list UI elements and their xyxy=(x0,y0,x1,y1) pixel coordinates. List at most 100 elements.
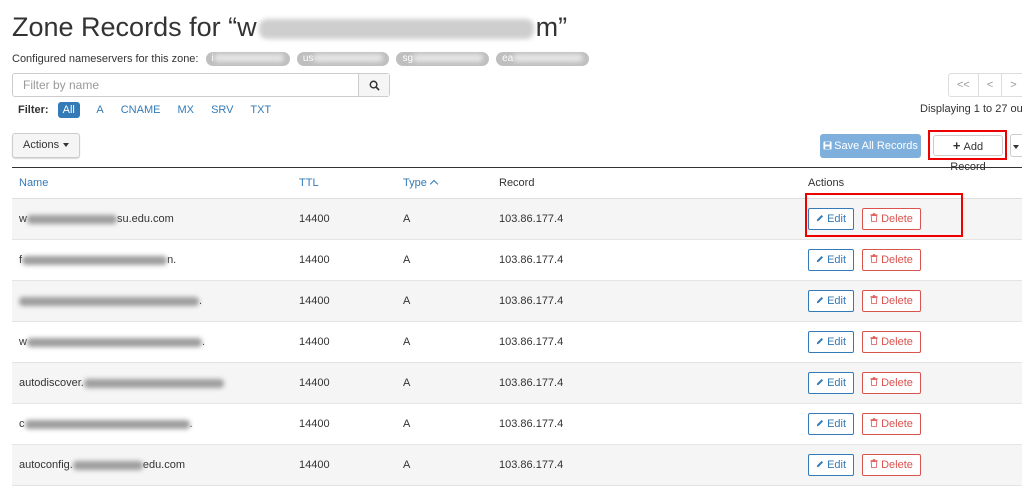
filter-cname[interactable]: CNAME xyxy=(121,104,161,116)
record-type: A xyxy=(396,239,492,281)
table-header-row: Name TTL Type Record Actions xyxy=(12,167,1022,199)
filter-txt[interactable]: TXT xyxy=(250,104,271,116)
pencil-icon xyxy=(816,460,824,468)
pagination: << < > xyxy=(948,73,1022,97)
nameserver-badge: i xyxy=(205,52,290,66)
record-ttl: 14400 xyxy=(292,239,396,281)
edit-button[interactable]: Edit xyxy=(808,454,855,476)
record-value: 103.86.177.4 xyxy=(492,198,803,240)
zone-records-table: Name TTL Type Record Actions w su.edu.com… xyxy=(12,167,1022,486)
first-page-button[interactable]: << xyxy=(948,73,979,97)
trash-icon xyxy=(870,213,878,222)
record-actions: Edit Delete xyxy=(803,444,1022,486)
edit-button[interactable]: Edit xyxy=(808,413,855,435)
nameserver-badge: ea xyxy=(496,52,590,66)
table-row: w su.edu.com 14400 A 103.86.177.4 Edit De… xyxy=(12,198,1022,240)
caret-down-icon xyxy=(63,143,70,148)
table-row: . 14400 A 103.86.177.4 Edit Delete xyxy=(12,280,1022,322)
floppy-disk-icon xyxy=(823,141,832,150)
record-actions: Edit Delete xyxy=(803,321,1022,363)
record-type: A xyxy=(396,321,492,363)
edit-button[interactable]: Edit xyxy=(808,249,855,271)
record-value: 103.86.177.4 xyxy=(492,362,803,404)
record-ttl: 14400 xyxy=(292,362,396,404)
record-value: 103.86.177.4 xyxy=(492,444,803,486)
page-title-prefix: Zone Records for “w xyxy=(12,12,257,42)
delete-button[interactable]: Delete xyxy=(862,249,921,271)
filter-all[interactable]: All xyxy=(57,102,80,118)
record-ttl: 14400 xyxy=(292,444,396,486)
edit-button[interactable]: Edit xyxy=(808,372,855,394)
record-value: 103.86.177.4 xyxy=(492,321,803,363)
column-header-type[interactable]: Type xyxy=(396,167,492,199)
edit-button[interactable]: Edit xyxy=(808,208,855,230)
actions-dropdown-button[interactable]: Actions xyxy=(12,133,81,158)
filter-label: Filter: xyxy=(18,104,49,116)
record-ttl: 14400 xyxy=(292,403,396,445)
add-record-highlight: + Add Record xyxy=(928,130,1007,173)
record-name: f n. xyxy=(12,239,292,281)
redacted-domain xyxy=(258,18,534,39)
delete-button[interactable]: Delete xyxy=(862,208,921,230)
record-actions: Edit Delete xyxy=(803,403,1022,445)
add-record-button[interactable]: + Add Record xyxy=(933,135,1003,173)
filter-srv[interactable]: SRV xyxy=(211,104,233,116)
delete-button[interactable]: Delete xyxy=(862,331,921,353)
pencil-icon xyxy=(816,419,824,427)
record-ttl: 14400 xyxy=(292,198,396,240)
nameserver-badge: us xyxy=(296,52,390,66)
record-name: . xyxy=(12,280,292,322)
trash-icon xyxy=(870,254,878,263)
nameservers-row: Configured nameservers for this zone: i … xyxy=(12,52,590,66)
column-header-record: Record xyxy=(492,167,803,199)
table-row: f n. 14400 A 103.86.177.4 Edit Delete xyxy=(12,239,1022,281)
filter-mx[interactable]: MX xyxy=(178,104,195,116)
record-actions: Edit Delete xyxy=(803,280,1022,322)
next-page-button[interactable]: > xyxy=(1001,73,1022,97)
prev-page-button[interactable]: < xyxy=(977,73,1003,97)
search-button[interactable] xyxy=(358,74,389,96)
record-actions: Edit Delete xyxy=(803,239,1022,281)
table-row: autoconfig. edu.com 14400 A 103.86.177.4 … xyxy=(12,444,1022,486)
record-value: 103.86.177.4 xyxy=(492,280,803,322)
add-record-dropdown-toggle[interactable] xyxy=(1010,134,1022,157)
record-value: 103.86.177.4 xyxy=(492,403,803,445)
pencil-icon xyxy=(816,255,824,263)
edit-button[interactable]: Edit xyxy=(808,290,855,312)
trash-icon xyxy=(870,459,878,468)
type-filter: Filter: All A CNAME MX SRV TXT xyxy=(18,102,285,118)
caret-down-icon xyxy=(1013,144,1019,149)
pencil-icon xyxy=(816,296,824,304)
pencil-icon xyxy=(816,337,824,345)
table-row: c. 14400 A 103.86.177.4 Edit Delete xyxy=(12,403,1022,445)
record-type: A xyxy=(396,362,492,404)
column-header-actions: Actions xyxy=(803,167,1022,199)
filter-input[interactable] xyxy=(13,74,368,96)
delete-button[interactable]: Delete xyxy=(862,372,921,394)
page-title: Zone Records for “w m” xyxy=(12,12,567,43)
record-type: A xyxy=(396,198,492,240)
record-type: A xyxy=(396,280,492,322)
table-row: autodiscover. 14400 A 103.86.177.4 Edit … xyxy=(12,362,1022,404)
trash-icon xyxy=(870,336,878,345)
record-name: w. xyxy=(12,321,292,363)
displaying-count: Displaying 1 to 27 out of xyxy=(920,103,1022,115)
trash-icon xyxy=(870,418,878,427)
filter-a[interactable]: A xyxy=(96,104,103,116)
record-name: c. xyxy=(12,403,292,445)
search-icon xyxy=(369,80,380,91)
delete-button[interactable]: Delete xyxy=(862,290,921,312)
edit-button[interactable]: Edit xyxy=(808,331,855,353)
column-header-name[interactable]: Name xyxy=(12,167,292,199)
record-type: A xyxy=(396,444,492,486)
nameservers-label: Configured nameservers for this zone: xyxy=(12,52,199,65)
page-title-suffix: m” xyxy=(535,12,568,42)
delete-button[interactable]: Delete xyxy=(862,413,921,435)
column-header-ttl[interactable]: TTL xyxy=(292,167,396,199)
record-type: A xyxy=(396,403,492,445)
save-all-records-button[interactable]: Save All Records xyxy=(820,134,921,158)
record-name: autoconfig. edu.com xyxy=(12,444,292,486)
delete-button[interactable]: Delete xyxy=(862,454,921,476)
record-value: 103.86.177.4 xyxy=(492,239,803,281)
record-ttl: 14400 xyxy=(292,280,396,322)
